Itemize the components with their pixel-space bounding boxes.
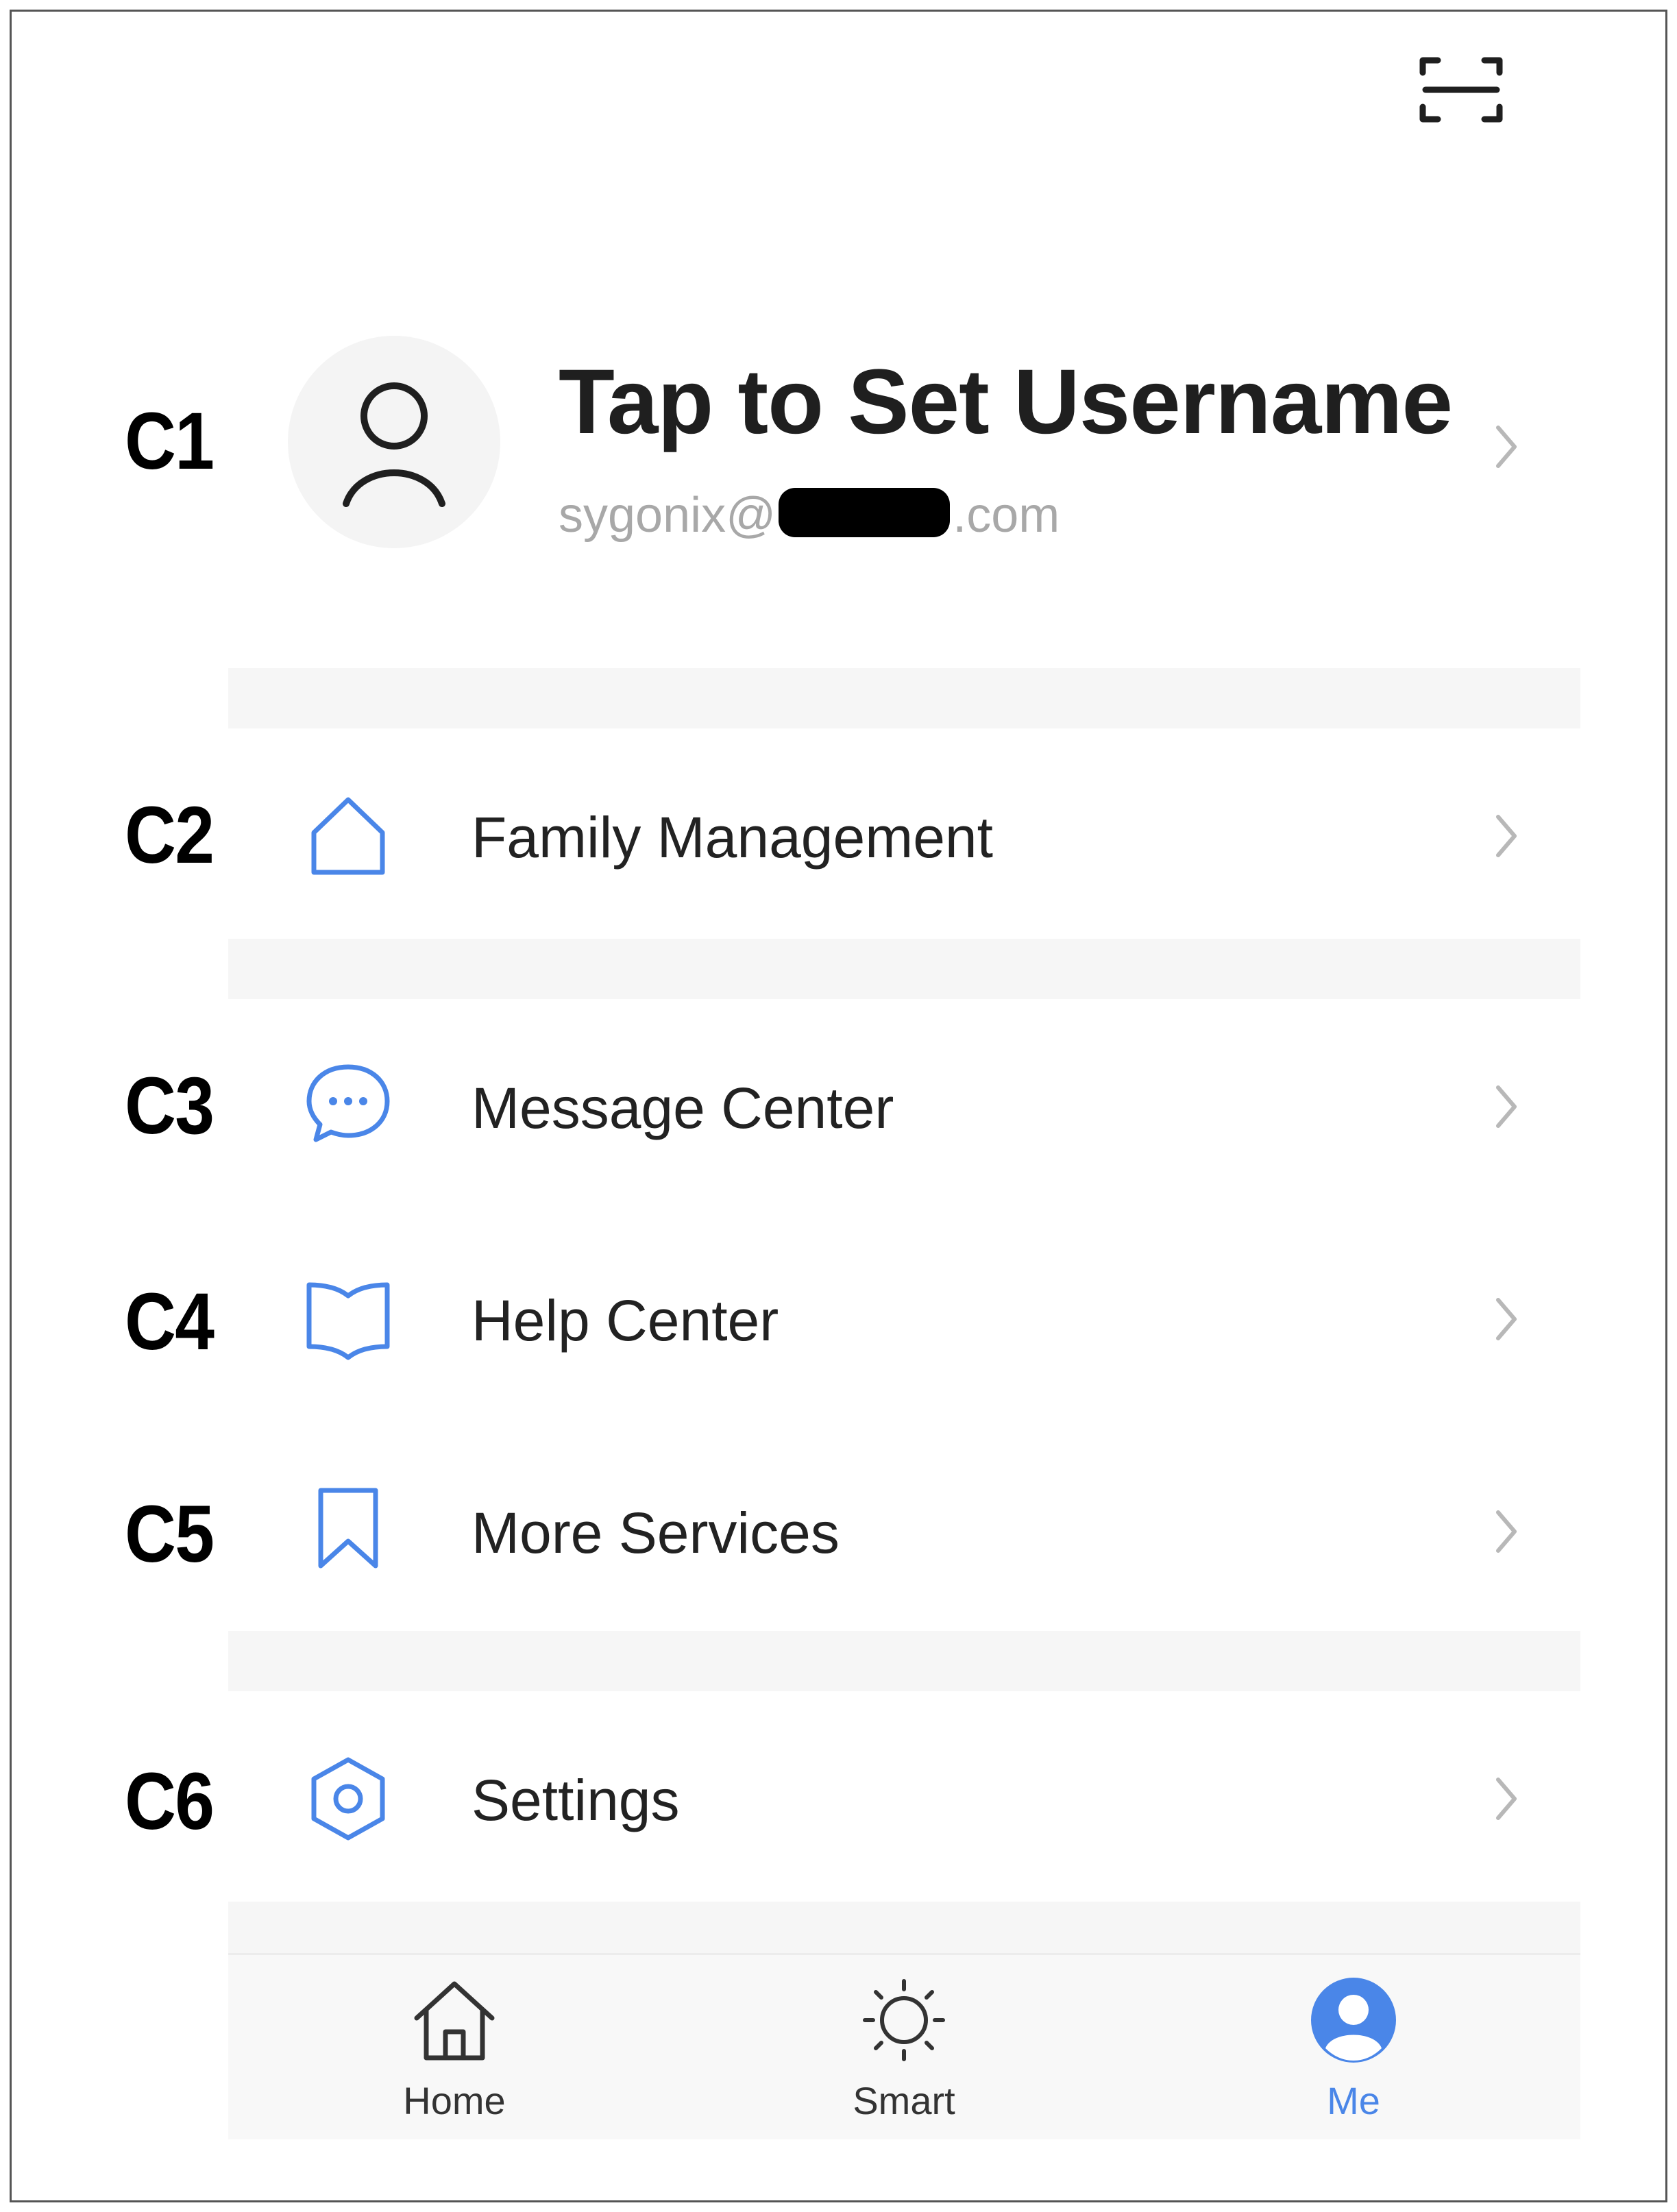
bookmark-icon — [318, 1488, 378, 1569]
email-prefix: sygonix@ — [559, 488, 776, 543]
home-icon — [414, 1981, 495, 2061]
chevron-right-icon — [1496, 1298, 1517, 1340]
chevron-right-icon — [1496, 1510, 1517, 1553]
callout-c5: C5 — [125, 1489, 215, 1580]
bottom-tab-bar: Home Smart Me — [228, 1953, 1580, 2139]
menu-item-settings[interactable]: Settings — [228, 1730, 1580, 1867]
email-suffix: .com — [953, 488, 1060, 543]
scan-icon[interactable] — [1419, 53, 1504, 126]
menu-label: Message Center — [472, 1076, 894, 1140]
tab-label: Me — [1327, 2079, 1380, 2122]
menu-item-family-management[interactable]: Family Management — [228, 767, 1580, 905]
menu-item-help-center[interactable]: Help Center — [228, 1251, 1580, 1388]
callout-c2: C2 — [125, 790, 215, 881]
sun-icon — [863, 1979, 945, 2061]
tab-me[interactable]: Me — [1244, 1955, 1463, 2141]
section-divider — [228, 1902, 1580, 1956]
profile-icon — [1311, 1978, 1396, 2063]
chevron-right-icon — [1496, 1085, 1517, 1128]
section-divider — [228, 668, 1580, 728]
menu-item-message-center[interactable]: Message Center — [228, 1038, 1580, 1175]
account-email: sygonix@ .com — [559, 488, 1060, 540]
book-icon — [306, 1282, 390, 1360]
menu-label: Settings — [472, 1768, 680, 1832]
menu-item-more-services[interactable]: More Services — [228, 1463, 1580, 1600]
chevron-right-icon — [1496, 815, 1517, 857]
menu-label: More Services — [472, 1501, 840, 1565]
avatar[interactable] — [288, 336, 500, 548]
chevron-right-icon[interactable] — [1493, 422, 1520, 471]
chat-bubble-icon — [306, 1064, 390, 1142]
section-divider — [228, 1631, 1580, 1691]
callout-c1: C1 — [125, 396, 215, 487]
tab-label: Home — [403, 2079, 506, 2122]
section-divider — [228, 939, 1580, 999]
user-icon — [343, 382, 445, 507]
menu-label: Help Center — [472, 1288, 779, 1353]
chevron-right-icon — [1496, 1778, 1517, 1820]
menu-label: Family Management — [472, 805, 993, 870]
callout-c6: C6 — [125, 1756, 215, 1847]
redacted-block — [779, 488, 951, 537]
tab-label: Smart — [853, 2079, 955, 2122]
settings-hexagon-icon — [311, 1757, 385, 1841]
username-prompt[interactable]: Tap to Set Username — [559, 356, 1453, 448]
tab-home[interactable]: Home — [345, 1955, 564, 2141]
callout-c3: C3 — [125, 1061, 215, 1151]
callout-c4: C4 — [125, 1277, 215, 1367]
house-icon — [311, 797, 385, 875]
tab-smart[interactable]: Smart — [794, 1955, 1014, 2141]
